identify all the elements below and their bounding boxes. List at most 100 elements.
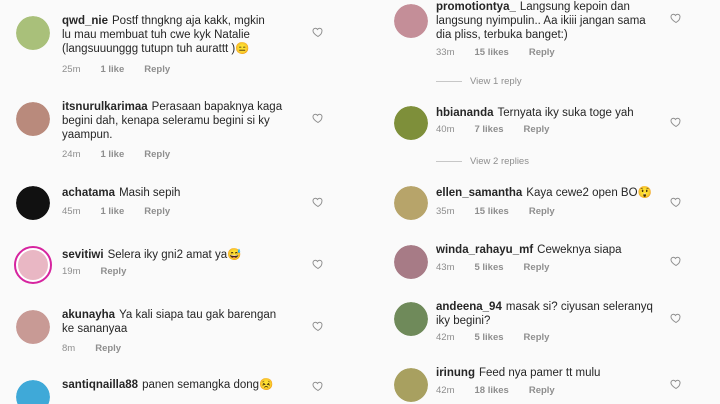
avatar[interactable] (394, 186, 428, 220)
comment-username[interactable]: hbiananda (436, 107, 494, 119)
avatar[interactable] (14, 246, 52, 284)
reply-button[interactable]: Reply (524, 262, 550, 273)
reply-button[interactable]: Reply (144, 149, 170, 160)
heart-icon[interactable] (670, 378, 682, 390)
comment-text: andeena_94 masak si? ciyusan seleranyq ik… (436, 300, 676, 328)
comment-body: Selera iky gni2 amat ya😅 (107, 249, 242, 261)
comment-time: 42m (436, 332, 455, 343)
comment-body: panen semangka dong😣 (142, 379, 274, 391)
reply-button[interactable]: Reply (529, 385, 555, 396)
comment-meta: 45m 1 like Reply (62, 206, 170, 217)
heart-icon[interactable] (312, 112, 324, 124)
reply-button[interactable]: Reply (529, 47, 555, 58)
heart-icon[interactable] (670, 312, 682, 324)
reply-button[interactable]: Reply (100, 266, 126, 277)
view-replies-link[interactable]: View 1 reply (436, 76, 522, 87)
avatar[interactable] (394, 4, 428, 38)
comment-text: winda_rahayu_mf Ceweknya siapa (436, 243, 676, 257)
comment-likes[interactable]: 1 like (100, 64, 124, 75)
comment-meta: 25m 1 like Reply (62, 64, 170, 75)
comment-text: promotiontya_ Langsung kepoin dan langsun… (436, 0, 676, 42)
comment-time: 24m (62, 149, 81, 160)
heart-icon[interactable] (670, 255, 682, 267)
comment-username[interactable]: sevitiwi (62, 249, 104, 261)
comment-text: qwd_nie Postf thngkng aja kakk, mgkin lu … (62, 14, 312, 56)
comment-text: ellen_samantha Kaya cewe2 open BO😲 (436, 186, 676, 200)
comment-time: 42m (436, 385, 455, 396)
comments-column-left: qwd_nie Postf thngkng aja kakk, mgkin lu … (0, 0, 360, 404)
heart-icon[interactable] (670, 196, 682, 208)
heart-icon[interactable] (312, 196, 324, 208)
heart-icon[interactable] (312, 380, 324, 392)
comment-username[interactable]: irinung (436, 367, 475, 379)
avatar[interactable] (16, 102, 50, 136)
comment-time: 40m (436, 124, 455, 135)
comment-likes[interactable]: 1 like (100, 149, 124, 160)
comment-likes[interactable]: 5 likes (474, 332, 503, 343)
avatar[interactable] (394, 368, 428, 402)
comment-username[interactable]: itsnurulkarimaa (62, 101, 148, 113)
avatar[interactable] (394, 245, 428, 279)
comment-meta: 40m 7 likes Reply (436, 124, 549, 135)
comment-time: 25m (62, 64, 81, 75)
comment-body: Kaya cewe2 open BO😲 (526, 187, 652, 199)
divider (436, 161, 462, 162)
reply-button[interactable]: Reply (95, 343, 121, 354)
comment-meta: 8m Reply (62, 343, 121, 354)
avatar[interactable] (16, 380, 50, 404)
comment-username[interactable]: ellen_samantha (436, 187, 522, 199)
heart-icon[interactable] (670, 12, 682, 24)
view-replies-label[interactable]: View 1 reply (470, 76, 522, 87)
comment-text: santiqnailla88 panen semangka dong😣 (62, 378, 312, 392)
view-replies-label[interactable]: View 2 replies (470, 156, 529, 167)
comment-username[interactable]: winda_rahayu_mf (436, 244, 533, 256)
comment-body: Masih sepih (119, 187, 181, 199)
comments-column-right: promotiontya_ Langsung kepoin dan langsun… (360, 0, 720, 404)
avatar[interactable] (16, 16, 50, 50)
comment-meta: 42m 18 likes Reply (436, 385, 555, 396)
view-replies-link[interactable]: View 2 replies (436, 156, 529, 167)
comment-meta: 19m Reply (62, 266, 126, 277)
comment-text: sevitiwi Selera iky gni2 amat ya😅 (62, 248, 312, 262)
reply-button[interactable]: Reply (524, 124, 550, 135)
comment-username[interactable]: achatama (62, 187, 115, 199)
reply-button[interactable]: Reply (144, 64, 170, 75)
avatar[interactable] (394, 302, 428, 336)
comment-time: 35m (436, 206, 455, 217)
avatar[interactable] (16, 186, 50, 220)
comment-meta: 42m 5 likes Reply (436, 332, 549, 343)
comment-likes[interactable]: 15 likes (474, 47, 508, 58)
comment-meta: 35m 15 likes Reply (436, 206, 555, 217)
comment-text: akunayha Ya kali siapa tau gak barengan k… (62, 308, 312, 336)
comment-time: 43m (436, 262, 455, 273)
comment-time: 8m (62, 343, 76, 354)
comment-likes[interactable]: 7 likes (474, 124, 503, 135)
comment-username[interactable]: promotiontya_ (436, 1, 516, 13)
reply-button[interactable]: Reply (529, 206, 555, 217)
heart-icon[interactable] (312, 258, 324, 270)
comment-time: 19m (62, 266, 81, 277)
comment-meta: 33m 15 likes Reply (436, 47, 555, 58)
comment-meta: 24m 1 like Reply (62, 149, 170, 160)
comment-text: achatama Masih sepih (62, 186, 312, 200)
heart-icon[interactable] (312, 320, 324, 332)
comment-username[interactable]: andeena_94 (436, 301, 502, 313)
comment-username[interactable]: qwd_nie (62, 15, 108, 27)
heart-icon[interactable] (312, 26, 324, 38)
comment-likes[interactable]: 5 likes (474, 262, 503, 273)
comment-meta: 43m 5 likes Reply (436, 262, 549, 273)
comment-likes[interactable]: 18 likes (474, 385, 508, 396)
comment-body: Ternyata iky suka toge yah (497, 107, 634, 119)
comment-likes[interactable]: 1 like (100, 206, 124, 217)
comment-username[interactable]: akunayha (62, 309, 115, 321)
comment-text: hbiananda Ternyata iky suka toge yah (436, 106, 676, 120)
comment-time: 33m (436, 47, 455, 58)
avatar[interactable] (394, 106, 428, 140)
comment-likes[interactable]: 15 likes (474, 206, 508, 217)
comment-body: Feed nya pamer tt mulu (478, 367, 601, 379)
avatar[interactable] (16, 310, 50, 344)
comment-username[interactable]: santiqnailla88 (62, 379, 138, 391)
heart-icon[interactable] (670, 116, 682, 128)
reply-button[interactable]: Reply (144, 206, 170, 217)
reply-button[interactable]: Reply (524, 332, 550, 343)
